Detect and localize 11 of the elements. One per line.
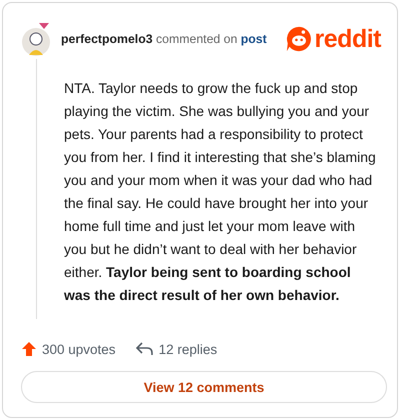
view-comments-button[interactable]: View 12 comments	[21, 371, 387, 403]
post-link[interactable]: post	[240, 32, 267, 46]
comment-byline: perfectpomelo3 commented on post	[61, 32, 268, 46]
reddit-logo-icon	[286, 26, 312, 52]
reply-icon[interactable]	[136, 342, 154, 356]
reply-count: 12 replies	[158, 342, 218, 356]
avatar-icon	[21, 21, 51, 57]
comment-text: NTA. Taylor needs to grow the fuck up and stop playing the victim. She was bullying you and your pets. Your parents had a responsibility to protect you from her. I find it interesting that she’s blaming you and your mom when it was your dad who had the final say. He could have brought her into your home full time and just let your mom leave with you but he didn’t want to deal with her behavior either. Taylor being sent to boarding school was the direct result of her own behavior.	[64, 79, 377, 305]
upvote-count: 300 upvotes	[42, 342, 116, 356]
upvote-icon[interactable]	[21, 341, 37, 357]
reddit-wordmark: reddit	[314, 26, 381, 52]
